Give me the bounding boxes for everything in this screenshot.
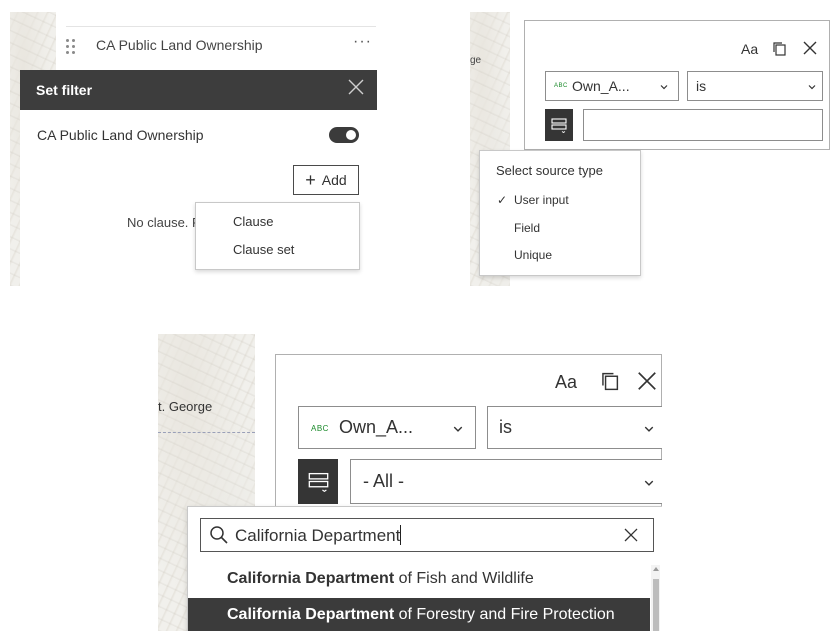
search-icon [210,526,228,544]
unique-values-dropdown: California Department California Departm… [187,506,662,631]
more-options-icon[interactable]: ··· [353,33,372,51]
text-cursor [400,525,402,545]
map-place-label: ge [470,55,482,66]
source-type-button[interactable] [545,109,573,141]
set-filter-header: Set filter [20,70,377,110]
drag-handle-icon[interactable] [66,39,78,55]
menu-item-unique[interactable]: Unique [514,248,552,262]
unique-value-select-value: - All - [363,471,405,491]
menu-item-clause-set[interactable]: Clause set [233,242,294,257]
list-item-label: California Department of Forestry and Fi… [227,606,615,623]
list-item-label: California Department of Fish and Wildli… [227,570,534,587]
unique-value-panel: t. George Aa ABC Own_A... is - All - Cal… [158,334,662,631]
list-item-selected[interactable]: California Department of Forestry and Fi… [188,598,650,631]
chevron-down-icon [808,85,816,90]
filter-layer-name: CA Public Land Ownership [37,127,204,143]
field-select[interactable]: ABC Own_A... [298,406,476,449]
no-clause-message: No clause. Pl [127,215,204,230]
menu-item-user-input[interactable]: User input [514,193,569,207]
source-type-menu-header: Select source type [496,163,603,178]
map-place-label: t. George [158,399,213,414]
clear-icon[interactable] [623,527,639,543]
map-boundary-line [158,432,255,433]
field-select[interactable]: ABC Own_A... [545,71,679,101]
source-list-icon [308,472,329,492]
source-list-icon [551,118,567,133]
operator-select[interactable]: is [487,406,662,449]
value-search-input[interactable]: California Department [200,518,654,552]
filter-enable-toggle[interactable] [329,127,359,143]
operator-select-value: is [696,78,707,94]
plus-icon: + [305,170,316,190]
copy-icon[interactable] [599,371,620,392]
unique-value-select[interactable]: - All - [350,459,662,504]
layer-list-item[interactable]: CA Public Land Ownership ··· [66,26,376,67]
set-filter-panel: CA Public Land Ownership ··· Set filter … [10,12,382,286]
layer-title: CA Public Land Ownership [96,37,263,53]
chevron-down-icon [644,480,654,486]
operator-select-value: is [499,417,512,437]
field-select-value: Own_A... [572,78,630,94]
source-type-menu: Select source type ✓ User input Field Un… [479,150,641,276]
string-field-icon: ABC [311,424,329,433]
add-button[interactable]: + Add [293,165,359,195]
source-type-button[interactable] [298,459,338,504]
clause-editor-panel: ge Aa ABC Own_A... is Select source type… [470,12,830,286]
scroll-up-arrow-icon[interactable] [652,565,660,573]
chevron-down-icon [660,85,668,90]
operator-select[interactable]: is [687,71,823,101]
chevron-down-icon [453,426,463,432]
string-field-icon: ABC [554,83,568,89]
list-item[interactable]: California Department of Fish and Wildli… [188,562,650,596]
check-icon: ✓ [497,193,508,207]
case-sensitive-button[interactable]: Aa [555,372,577,393]
scrollbar-thumb[interactable] [653,579,659,631]
menu-item-clause[interactable]: Clause [233,214,273,229]
value-search-query: California Department [235,525,402,545]
copy-icon[interactable] [771,41,787,57]
add-menu: Clause Clause set [195,202,360,270]
menu-item-field[interactable]: Field [514,221,540,235]
chevron-down-icon [644,426,654,432]
close-icon[interactable] [347,78,365,96]
clause-box: Aa ABC Own_A... is [524,20,830,150]
set-filter-title: Set filter [36,82,93,98]
value-input[interactable] [583,109,823,141]
case-sensitive-button[interactable]: Aa [741,41,758,57]
close-icon[interactable] [636,370,658,392]
field-select-value: Own_A... [339,417,414,437]
close-icon[interactable] [802,40,818,56]
add-button-label: Add [321,172,347,188]
